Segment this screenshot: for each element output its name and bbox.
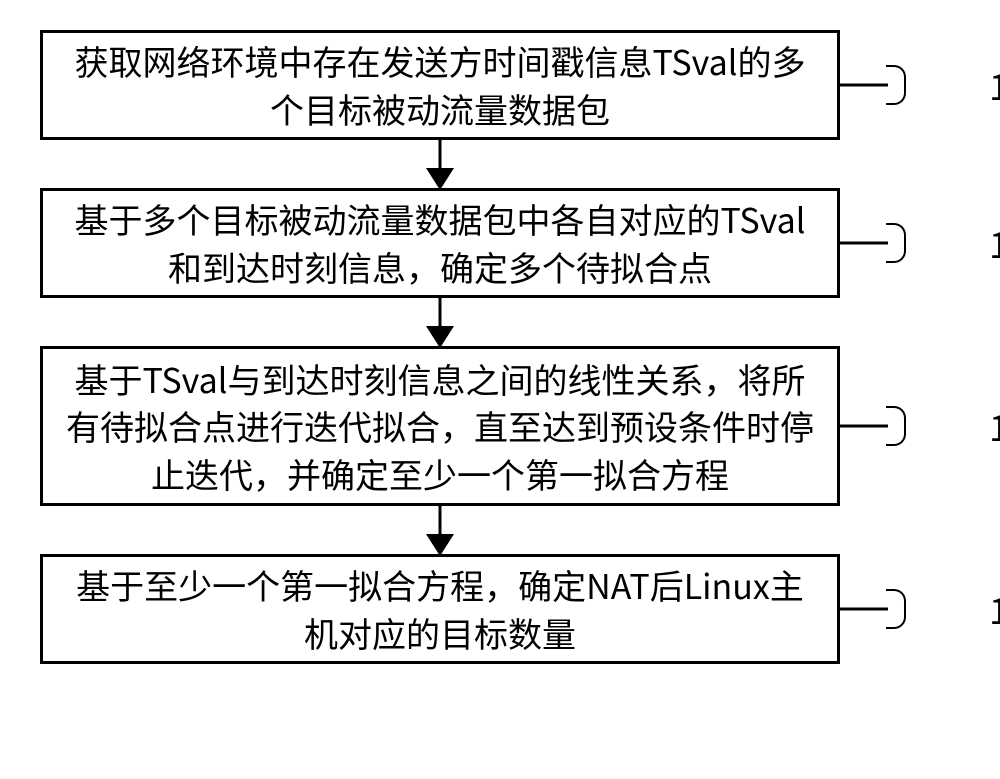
step-text-2: 基于多个目标被动流量数据包中各自对应的TSval和到达时刻信息，确定多个待拟合点	[63, 195, 817, 290]
step-row-3: 基于TSval与到达时刻信息之间的线性关系，将所有待拟合点进行迭代拟合，直至达到…	[40, 346, 960, 506]
connector-4	[840, 608, 888, 611]
step-text-3: 基于TSval与到达时刻信息之间的线性关系，将所有待拟合点进行迭代拟合，直至达到…	[63, 355, 817, 498]
step-label-2: 120	[989, 217, 1000, 269]
arrow-head-1	[426, 168, 454, 190]
step-box-4: 基于至少一个第一拟合方程，确定NAT后Linux主机对应的目标数量	[40, 554, 840, 664]
arrow-line-2	[439, 298, 442, 328]
curve-3	[886, 406, 906, 446]
arrow-line-1	[439, 140, 442, 170]
step-row-2: 基于多个目标被动流量数据包中各自对应的TSval和到达时刻信息，确定多个待拟合点…	[40, 188, 960, 298]
flowchart-container: 获取网络环境中存在发送方时间戳信息TSval的多个目标被动流量数据包 110 基…	[40, 30, 960, 664]
step-box-1: 获取网络环境中存在发送方时间戳信息TSval的多个目标被动流量数据包	[40, 30, 840, 140]
arrow-head-2	[426, 326, 454, 348]
step-label-1: 110	[989, 59, 1000, 111]
curve-4	[886, 589, 906, 629]
connector-1	[840, 84, 888, 87]
connector-3	[840, 425, 888, 428]
curve-1	[886, 65, 906, 105]
step-box-3: 基于TSval与到达时刻信息之间的线性关系，将所有待拟合点进行迭代拟合，直至达到…	[40, 346, 840, 506]
arrow-3	[40, 506, 840, 554]
step-text-1: 获取网络环境中存在发送方时间戳信息TSval的多个目标被动流量数据包	[63, 37, 817, 132]
step-row-1: 获取网络环境中存在发送方时间戳信息TSval的多个目标被动流量数据包 110	[40, 30, 960, 140]
step-box-2: 基于多个目标被动流量数据包中各自对应的TSval和到达时刻信息，确定多个待拟合点	[40, 188, 840, 298]
connector-2	[840, 242, 888, 245]
curve-2	[886, 223, 906, 263]
step-row-4: 基于至少一个第一拟合方程，确定NAT后Linux主机对应的目标数量 140	[40, 554, 960, 664]
step-label-4: 140	[989, 583, 1000, 635]
arrow-2	[40, 298, 840, 346]
step-label-3: 130	[989, 400, 1000, 452]
arrow-head-3	[426, 534, 454, 556]
arrow-line-3	[439, 506, 442, 536]
arrow-1	[40, 140, 840, 188]
step-text-4: 基于至少一个第一拟合方程，确定NAT后Linux主机对应的目标数量	[63, 561, 817, 656]
